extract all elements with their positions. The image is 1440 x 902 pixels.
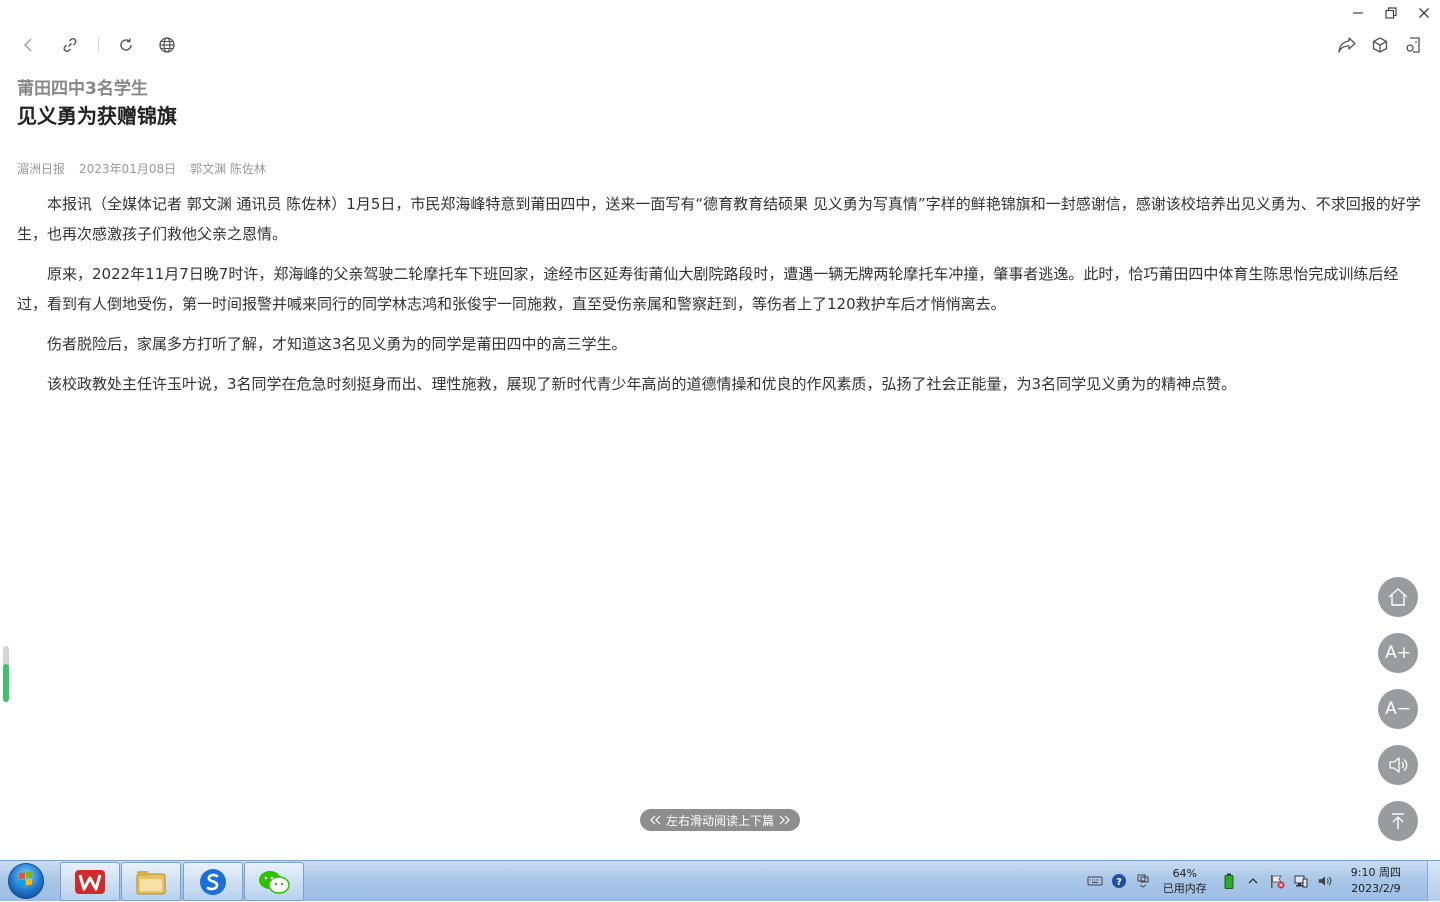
3d-view-button[interactable] xyxy=(1367,33,1393,57)
arrow-up-icon xyxy=(1392,813,1404,829)
wps-icon xyxy=(75,869,105,894)
volume-icon[interactable] xyxy=(1317,873,1333,889)
copy-link-button[interactable] xyxy=(57,33,83,57)
reading-progress-indicator[interactable] xyxy=(3,646,9,702)
article-subtitle: 莆田四中3名学生 xyxy=(17,79,148,99)
keyboard-icon[interactable] xyxy=(1087,873,1103,889)
home-button[interactable] xyxy=(1378,577,1418,617)
navigation-toolbar xyxy=(16,33,195,57)
clock[interactable]: 9:10 周四 2023/2/9 xyxy=(1351,865,1401,897)
windows-logo-icon xyxy=(8,863,44,899)
taskbar: ? 64% 已用内存 9:10 周四 2023/2/9 xyxy=(0,860,1440,901)
reading-progress-thumb[interactable] xyxy=(3,664,9,702)
start-button[interactable] xyxy=(6,863,46,899)
close-button[interactable] xyxy=(1407,0,1440,26)
article-meta: 湄洲日报 2023年01月08日 郭文渊 陈佐林 xyxy=(17,160,1423,177)
wechat-icon xyxy=(259,870,290,894)
back-button[interactable] xyxy=(16,33,42,57)
swipe-hint[interactable]: 左右滑动阅读上下篇 xyxy=(640,809,800,831)
network-icon[interactable] xyxy=(1293,873,1309,889)
memory-usage[interactable]: 64% 已用内存 xyxy=(1163,866,1207,896)
reading-mode-button[interactable] xyxy=(1400,33,1426,57)
clock-time: 9:10 周四 xyxy=(1350,866,1401,879)
minimize-button[interactable] xyxy=(1341,0,1374,26)
taskbar-wechat[interactable] xyxy=(244,862,304,901)
open-in-browser-button[interactable] xyxy=(154,33,180,57)
sogou-icon xyxy=(200,868,226,895)
swipe-hint-text: 左右滑动阅读上下篇 xyxy=(665,813,774,828)
battery-icon[interactable] xyxy=(1221,873,1237,889)
restore-window-tray-icon[interactable] xyxy=(1135,873,1151,889)
minimize-icon xyxy=(1352,12,1363,14)
refresh-button[interactable] xyxy=(113,33,139,57)
show-hidden-icons-chevron-icon[interactable] xyxy=(1245,873,1261,889)
cube-icon xyxy=(1372,37,1388,53)
clock-date: 2023/2/9 xyxy=(1351,882,1401,895)
memory-label: 已用内存 xyxy=(1162,882,1207,895)
article-paragraph: 原来，2022年11月7日晚7时许，郑海峰的父亲驾驶二轮摩托车下班回家，途经市区… xyxy=(17,265,1399,313)
toolbar-divider xyxy=(98,38,99,52)
font-decrease-button[interactable]: A− xyxy=(1378,689,1418,729)
double-chevron-right-icon xyxy=(779,815,790,825)
show-desktop-button[interactable] xyxy=(1427,861,1440,901)
article-source: 湄洲日报 xyxy=(17,162,66,176)
document-icon xyxy=(1406,37,1420,53)
taskbar-wps-office[interactable] xyxy=(60,862,120,901)
font-increase-button[interactable]: A+ xyxy=(1378,633,1418,673)
article-body: 本报讯（全媒体记者 郭文渊 通讯员 陈佐林）1月5日，市民郑海峰特意到莆田四中，… xyxy=(17,189,1423,399)
system-tray: ? 64% 已用内存 9:10 周四 2023/2/9 xyxy=(1083,861,1440,901)
help-icon[interactable]: ? xyxy=(1111,873,1127,889)
font-decrease-label: A− xyxy=(1385,699,1411,719)
home-icon xyxy=(1388,588,1408,606)
globe-icon xyxy=(159,37,175,53)
article: 莆田四中3名学生 见义勇为获赠锦旗 湄洲日报 2023年01月08日 郭文渊 陈… xyxy=(17,78,1423,409)
share-icon xyxy=(1338,37,1356,53)
speaker-icon xyxy=(1389,757,1408,773)
read-aloud-button[interactable] xyxy=(1378,745,1418,785)
link-icon xyxy=(63,37,77,53)
article-title: 见义勇为获赠锦旗 xyxy=(17,104,177,128)
double-chevron-left-icon xyxy=(650,815,661,825)
memory-percent: 64% xyxy=(1172,867,1198,880)
action-center-flag-icon[interactable] xyxy=(1269,873,1285,889)
back-to-top-button[interactable] xyxy=(1378,801,1418,841)
article-authors: 郭文渊 陈佐林 xyxy=(190,162,266,176)
article-paragraph: 该校政教处主任许玉叶说，3名同学在危急时刻挺身而出、理性施救，展现了新时代青少年… xyxy=(47,375,1237,393)
font-increase-label: A+ xyxy=(1385,643,1411,663)
taskbar-file-explorer[interactable] xyxy=(121,862,181,901)
restore-button[interactable] xyxy=(1374,0,1407,26)
refresh-icon xyxy=(120,38,132,51)
restore-icon xyxy=(1384,7,1397,19)
folder-icon xyxy=(136,870,166,894)
close-icon xyxy=(1418,8,1429,18)
window-controls xyxy=(1341,0,1440,26)
article-date: 2023年01月08日 xyxy=(79,162,177,176)
floating-action-buttons: A+ A− xyxy=(1378,577,1418,857)
share-button[interactable] xyxy=(1334,33,1360,57)
svg-text:?: ? xyxy=(1116,877,1122,888)
taskbar-sogou-browser[interactable] xyxy=(183,862,243,901)
action-toolbar xyxy=(1327,33,1426,57)
article-paragraph: 伤者脱险后，家属多方打听了解，才知道这3名见义勇为的同学是莆田四中的高三学生。 xyxy=(47,335,627,353)
article-paragraph: 本报讯（全媒体记者 郭文渊 通讯员 陈佐林）1月5日，市民郑海峰特意到莆田四中，… xyxy=(17,195,1421,243)
chevron-left-icon xyxy=(24,38,32,52)
